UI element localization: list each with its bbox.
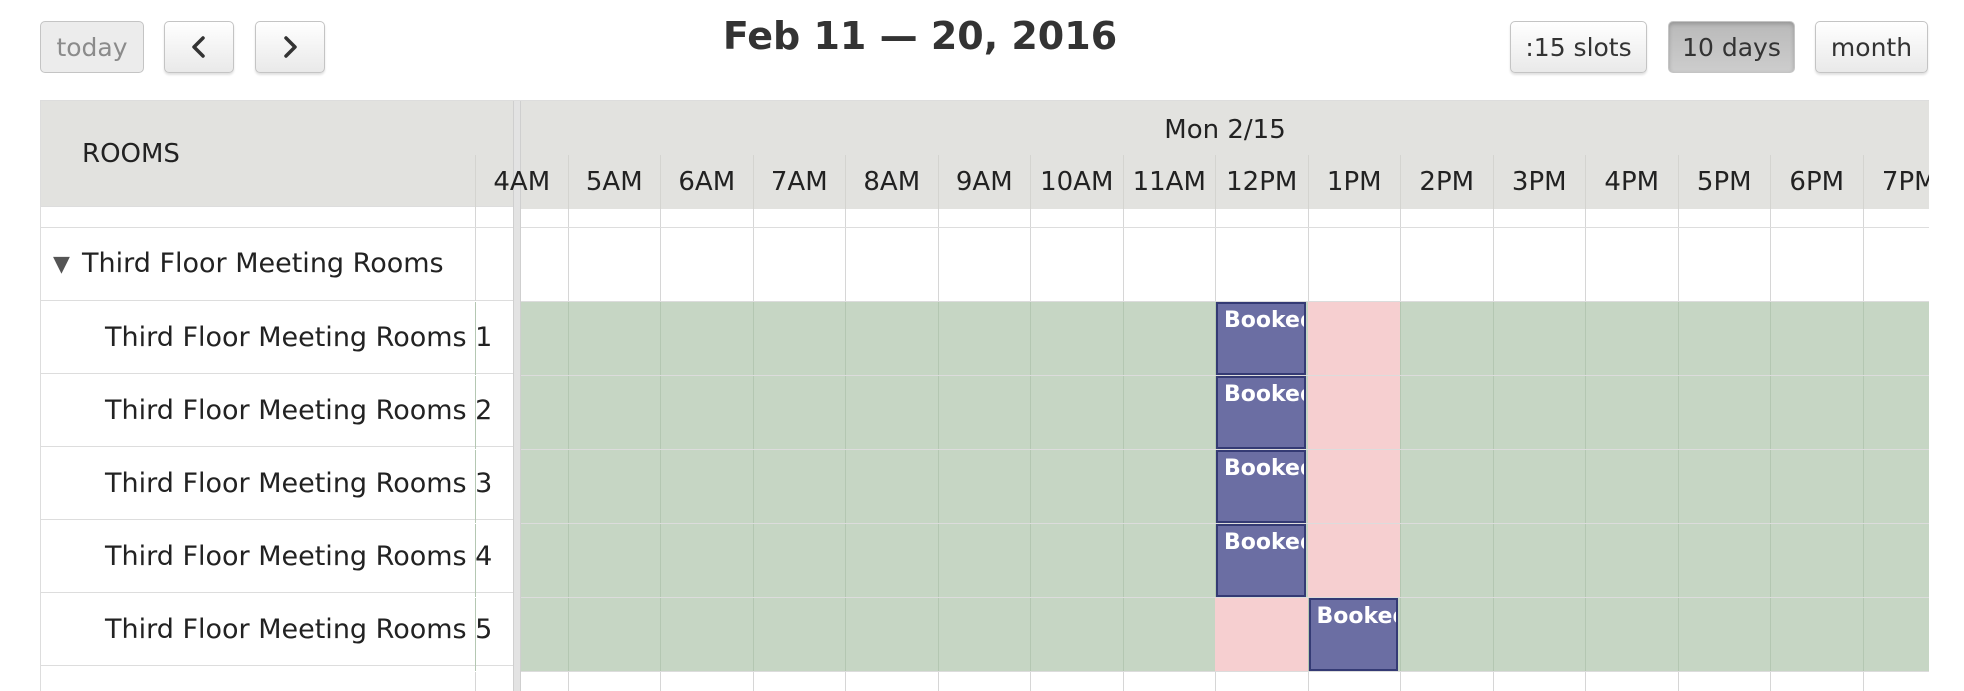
- hour-labels: 4AM 5AM 6AM 7AM 8AM 9AM 10AM 11AM 12PM 1PM 2PM 3PM 4…: [475, 155, 1929, 209]
- resource-row[interactable]: Third Floor Meeting Rooms 1: [41, 301, 513, 374]
- day-label: Mon 2/15: [1164, 115, 1286, 145]
- room-label: Third Floor Meeting Rooms 5: [105, 614, 493, 645]
- booked-event[interactable]: Booked: [1308, 598, 1398, 671]
- timeline-body: BookedBookedBookedBookedBooked: [475, 209, 1929, 691]
- page-title: Feb 11 — 20, 2016: [722, 14, 1118, 58]
- room-label: Third Floor Meeting Rooms 1: [105, 322, 493, 353]
- hour-label: 10AM: [1030, 155, 1123, 209]
- group-label: Third Floor Meeting Rooms: [82, 248, 444, 279]
- hour-label: 5PM: [1677, 155, 1771, 209]
- unavailable-slot: [1307, 524, 1400, 597]
- hour-label: 2PM: [1400, 155, 1493, 209]
- hour-label: 11AM: [1122, 155, 1216, 209]
- scheduler-grid: ROOMS Mon 2/15 4AM 5AM 6AM 7AM 8AM 9AM 10AM 11A…: [40, 100, 1929, 691]
- hour-label: 7AM: [752, 155, 846, 209]
- triangle-down-icon[interactable]: ▼: [53, 252, 70, 277]
- booked-event[interactable]: Booked: [1216, 524, 1306, 597]
- chevron-right-icon: [284, 36, 297, 58]
- hour-label: 9AM: [937, 155, 1031, 209]
- booked-event[interactable]: Booked: [1216, 450, 1306, 523]
- hour-label: 4PM: [1585, 155, 1678, 209]
- hour-label: 6AM: [660, 155, 753, 209]
- hour-label: 5AM: [567, 155, 661, 209]
- unavailable-slot: [1307, 450, 1400, 523]
- group-timeline-row[interactable]: [475, 228, 1929, 302]
- hour-label: 1PM: [1307, 155, 1401, 209]
- booked-event[interactable]: Booked: [1216, 302, 1306, 375]
- slots-view-button[interactable]: :15 slots: [1510, 21, 1647, 73]
- room-timeline-row[interactable]: Booked: [475, 376, 1929, 450]
- ten-days-view-button[interactable]: 10 days: [1668, 21, 1795, 73]
- room-label: Third Floor Meeting Rooms 2: [105, 395, 493, 426]
- room-timeline-row[interactable]: Booked: [475, 302, 1929, 376]
- unavailable-slot: [1307, 376, 1400, 449]
- month-view-button[interactable]: month: [1815, 21, 1928, 73]
- timeline-header: Mon 2/15 4AM 5AM 6AM 7AM 8AM 9AM 10AM 11AM 12PM 1…: [475, 101, 1929, 209]
- room-timeline-row[interactable]: Booked: [475, 598, 1929, 672]
- unavailable-slot: [1307, 302, 1400, 375]
- prev-button[interactable]: [164, 21, 234, 73]
- resource-row[interactable]: Third Floor Meeting Rooms 5: [41, 593, 513, 666]
- hour-label: 12PM: [1215, 155, 1308, 209]
- chevron-left-icon: [192, 36, 205, 58]
- resource-row[interactable]: Third Floor Meeting Rooms 4: [41, 520, 513, 593]
- hour-label: 3PM: [1492, 155, 1586, 209]
- resource-header: ROOMS: [41, 101, 513, 207]
- today-button[interactable]: today: [40, 21, 144, 73]
- unavailable-slot: [1215, 598, 1308, 671]
- room-label: Third Floor Meeting Rooms 4: [105, 541, 493, 572]
- resource-header-label: ROOMS: [82, 139, 180, 169]
- booked-event[interactable]: Booked: [1216, 376, 1306, 449]
- hour-label: 4AM: [475, 155, 568, 209]
- room-timeline-row[interactable]: Booked: [475, 450, 1929, 524]
- hour-label: 7PM: [1862, 155, 1929, 209]
- room-label: Third Floor Meeting Rooms 3: [105, 468, 493, 499]
- resource-list: ▼ Third Floor Meeting Rooms Third Floor …: [41, 207, 513, 666]
- hour-label: 6PM: [1770, 155, 1863, 209]
- room-timeline-row[interactable]: Booked: [475, 524, 1929, 598]
- resource-row[interactable]: Third Floor Meeting Rooms 3: [41, 447, 513, 520]
- hour-label: 8AM: [845, 155, 938, 209]
- resource-row[interactable]: Third Floor Meeting Rooms 2: [41, 374, 513, 447]
- next-button[interactable]: [255, 21, 325, 73]
- resource-group[interactable]: ▼ Third Floor Meeting Rooms: [41, 228, 513, 301]
